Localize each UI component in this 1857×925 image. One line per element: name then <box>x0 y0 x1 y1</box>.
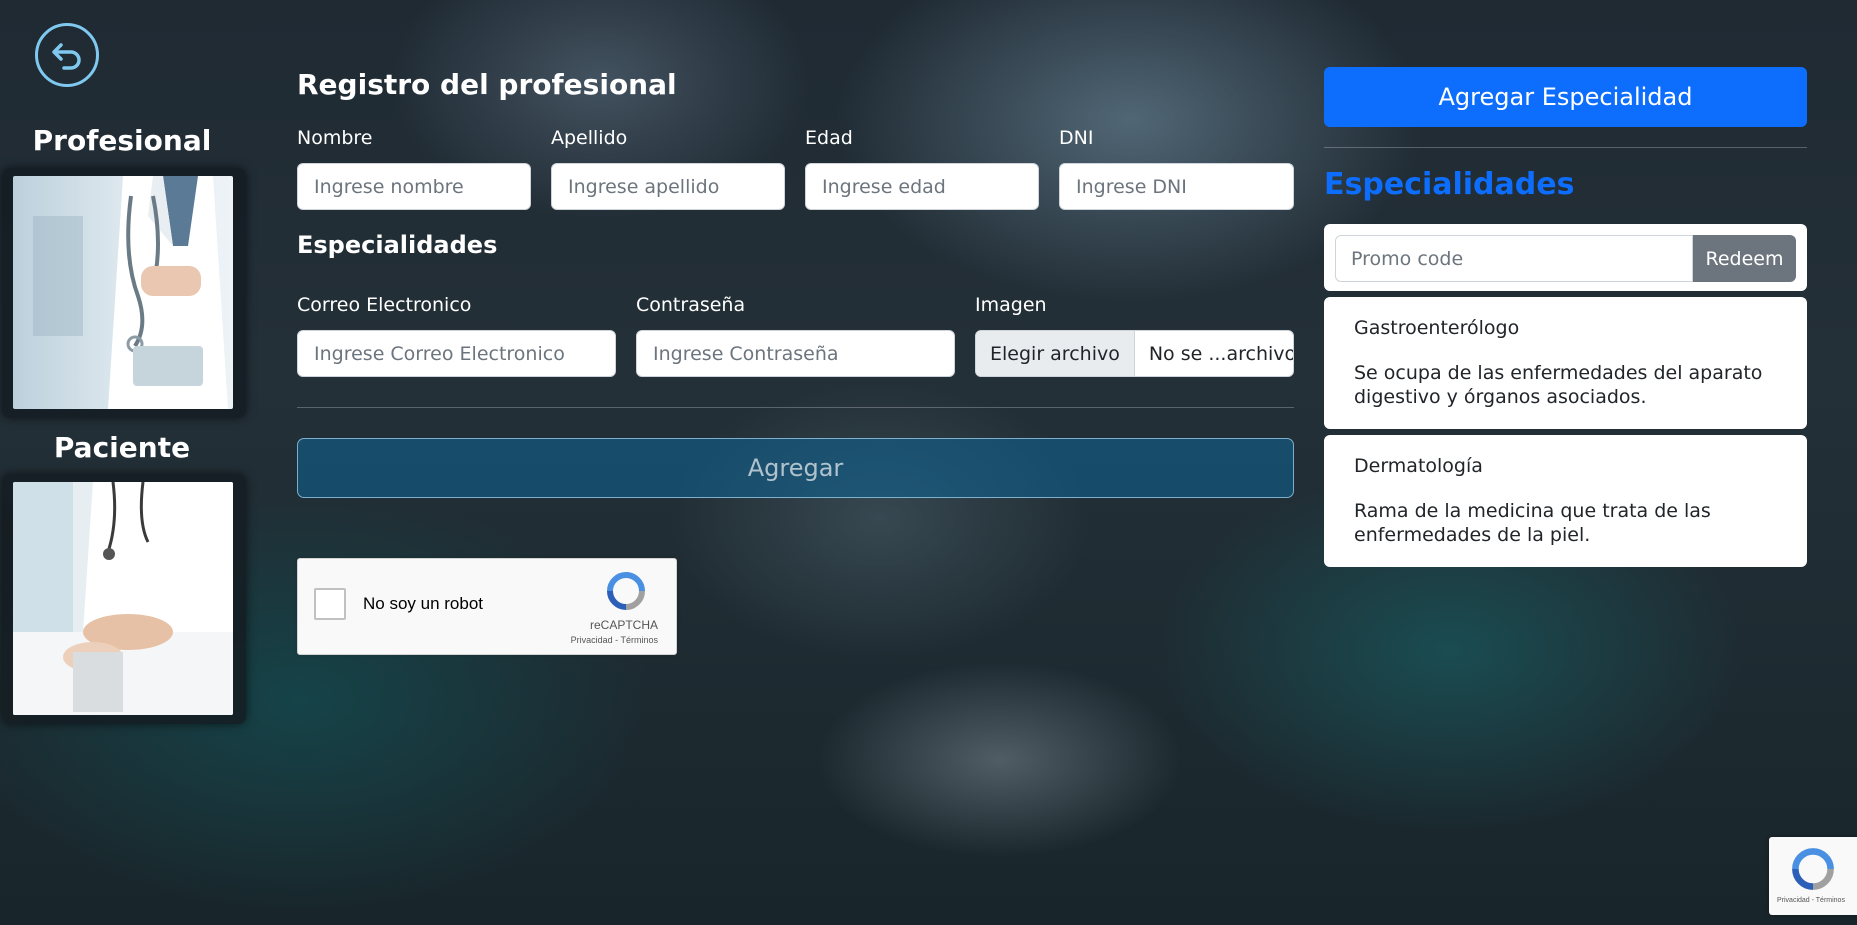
dni-label: DNI <box>1059 127 1094 149</box>
specialties-title: Especialidades <box>1324 167 1575 202</box>
specialty-description: Se ocupa de las enfermedades del aparato… <box>1354 362 1763 408</box>
recaptcha-logo-icon <box>607 572 645 610</box>
recaptcha-links[interactable]: Privacidad - Términos <box>571 635 658 645</box>
specialty-card[interactable]: Gastroenterólogo Se ocupa de las enferme… <box>1324 297 1807 429</box>
especialidades-subtitle: Especialidades <box>297 231 498 259</box>
recaptcha-widget: No soy un robot reCAPTCHA Privacidad - T… <box>297 558 677 655</box>
specialty-name: Gastroenterólogo <box>1354 317 1520 339</box>
correo-input[interactable] <box>297 330 616 377</box>
paciente-image <box>13 482 233 715</box>
paciente-title: Paciente <box>53 431 191 464</box>
back-button[interactable] <box>35 23 99 87</box>
profesional-image <box>13 176 233 409</box>
contrasena-label: Contraseña <box>636 294 746 316</box>
edad-label: Edad <box>805 127 853 149</box>
promo-code-input[interactable] <box>1335 235 1693 282</box>
add-specialty-button[interactable]: Agregar Especialidad <box>1324 67 1807 127</box>
recaptcha-checkbox[interactable] <box>314 588 346 620</box>
recaptcha-badge[interactable]: Privacidad - Términos <box>1769 837 1857 915</box>
form-divider <box>297 407 1294 408</box>
edad-input[interactable] <box>805 163 1039 210</box>
redeem-button[interactable]: Redeem <box>1693 235 1796 282</box>
file-name-text: No se ...archivo <box>1148 342 1294 365</box>
profesional-title: Profesional <box>32 124 212 157</box>
back-arrow-icon <box>52 43 81 70</box>
imagen-label: Imagen <box>975 294 1047 316</box>
apellido-input[interactable] <box>551 163 785 210</box>
recaptcha-badge-icon <box>1792 848 1834 890</box>
recaptcha-brand: reCAPTCHA <box>589 618 658 632</box>
form-title: Registro del profesional <box>297 68 677 101</box>
right-divider <box>1324 147 1807 148</box>
agregar-button[interactable]: Agregar <box>297 438 1294 498</box>
nombre-label: Nombre <box>297 127 373 149</box>
apellido-label: Apellido <box>551 127 628 149</box>
contrasena-input[interactable] <box>636 330 955 377</box>
specialty-description: Rama de la medicina que trata de las enf… <box>1354 500 1711 546</box>
dni-input[interactable] <box>1059 163 1294 210</box>
recaptcha-text: No soy un robot <box>363 594 484 613</box>
promo-box: Redeem <box>1324 224 1807 291</box>
specialty-card[interactable]: Dermatología Rama de la medicina que tra… <box>1324 435 1807 567</box>
specialty-name: Dermatología <box>1354 455 1483 477</box>
choose-file-button[interactable]: Elegir archivo <box>976 331 1135 376</box>
profesional-card[interactable] <box>2 168 246 418</box>
correo-label: Correo Electronico <box>297 294 472 316</box>
paciente-card[interactable] <box>2 474 246 724</box>
imagen-file-input[interactable]: Elegir archivo No se ...archivo <box>975 330 1294 377</box>
nombre-input[interactable] <box>297 163 531 210</box>
recaptcha-badge-links[interactable]: Privacidad - Términos <box>1777 897 1845 904</box>
